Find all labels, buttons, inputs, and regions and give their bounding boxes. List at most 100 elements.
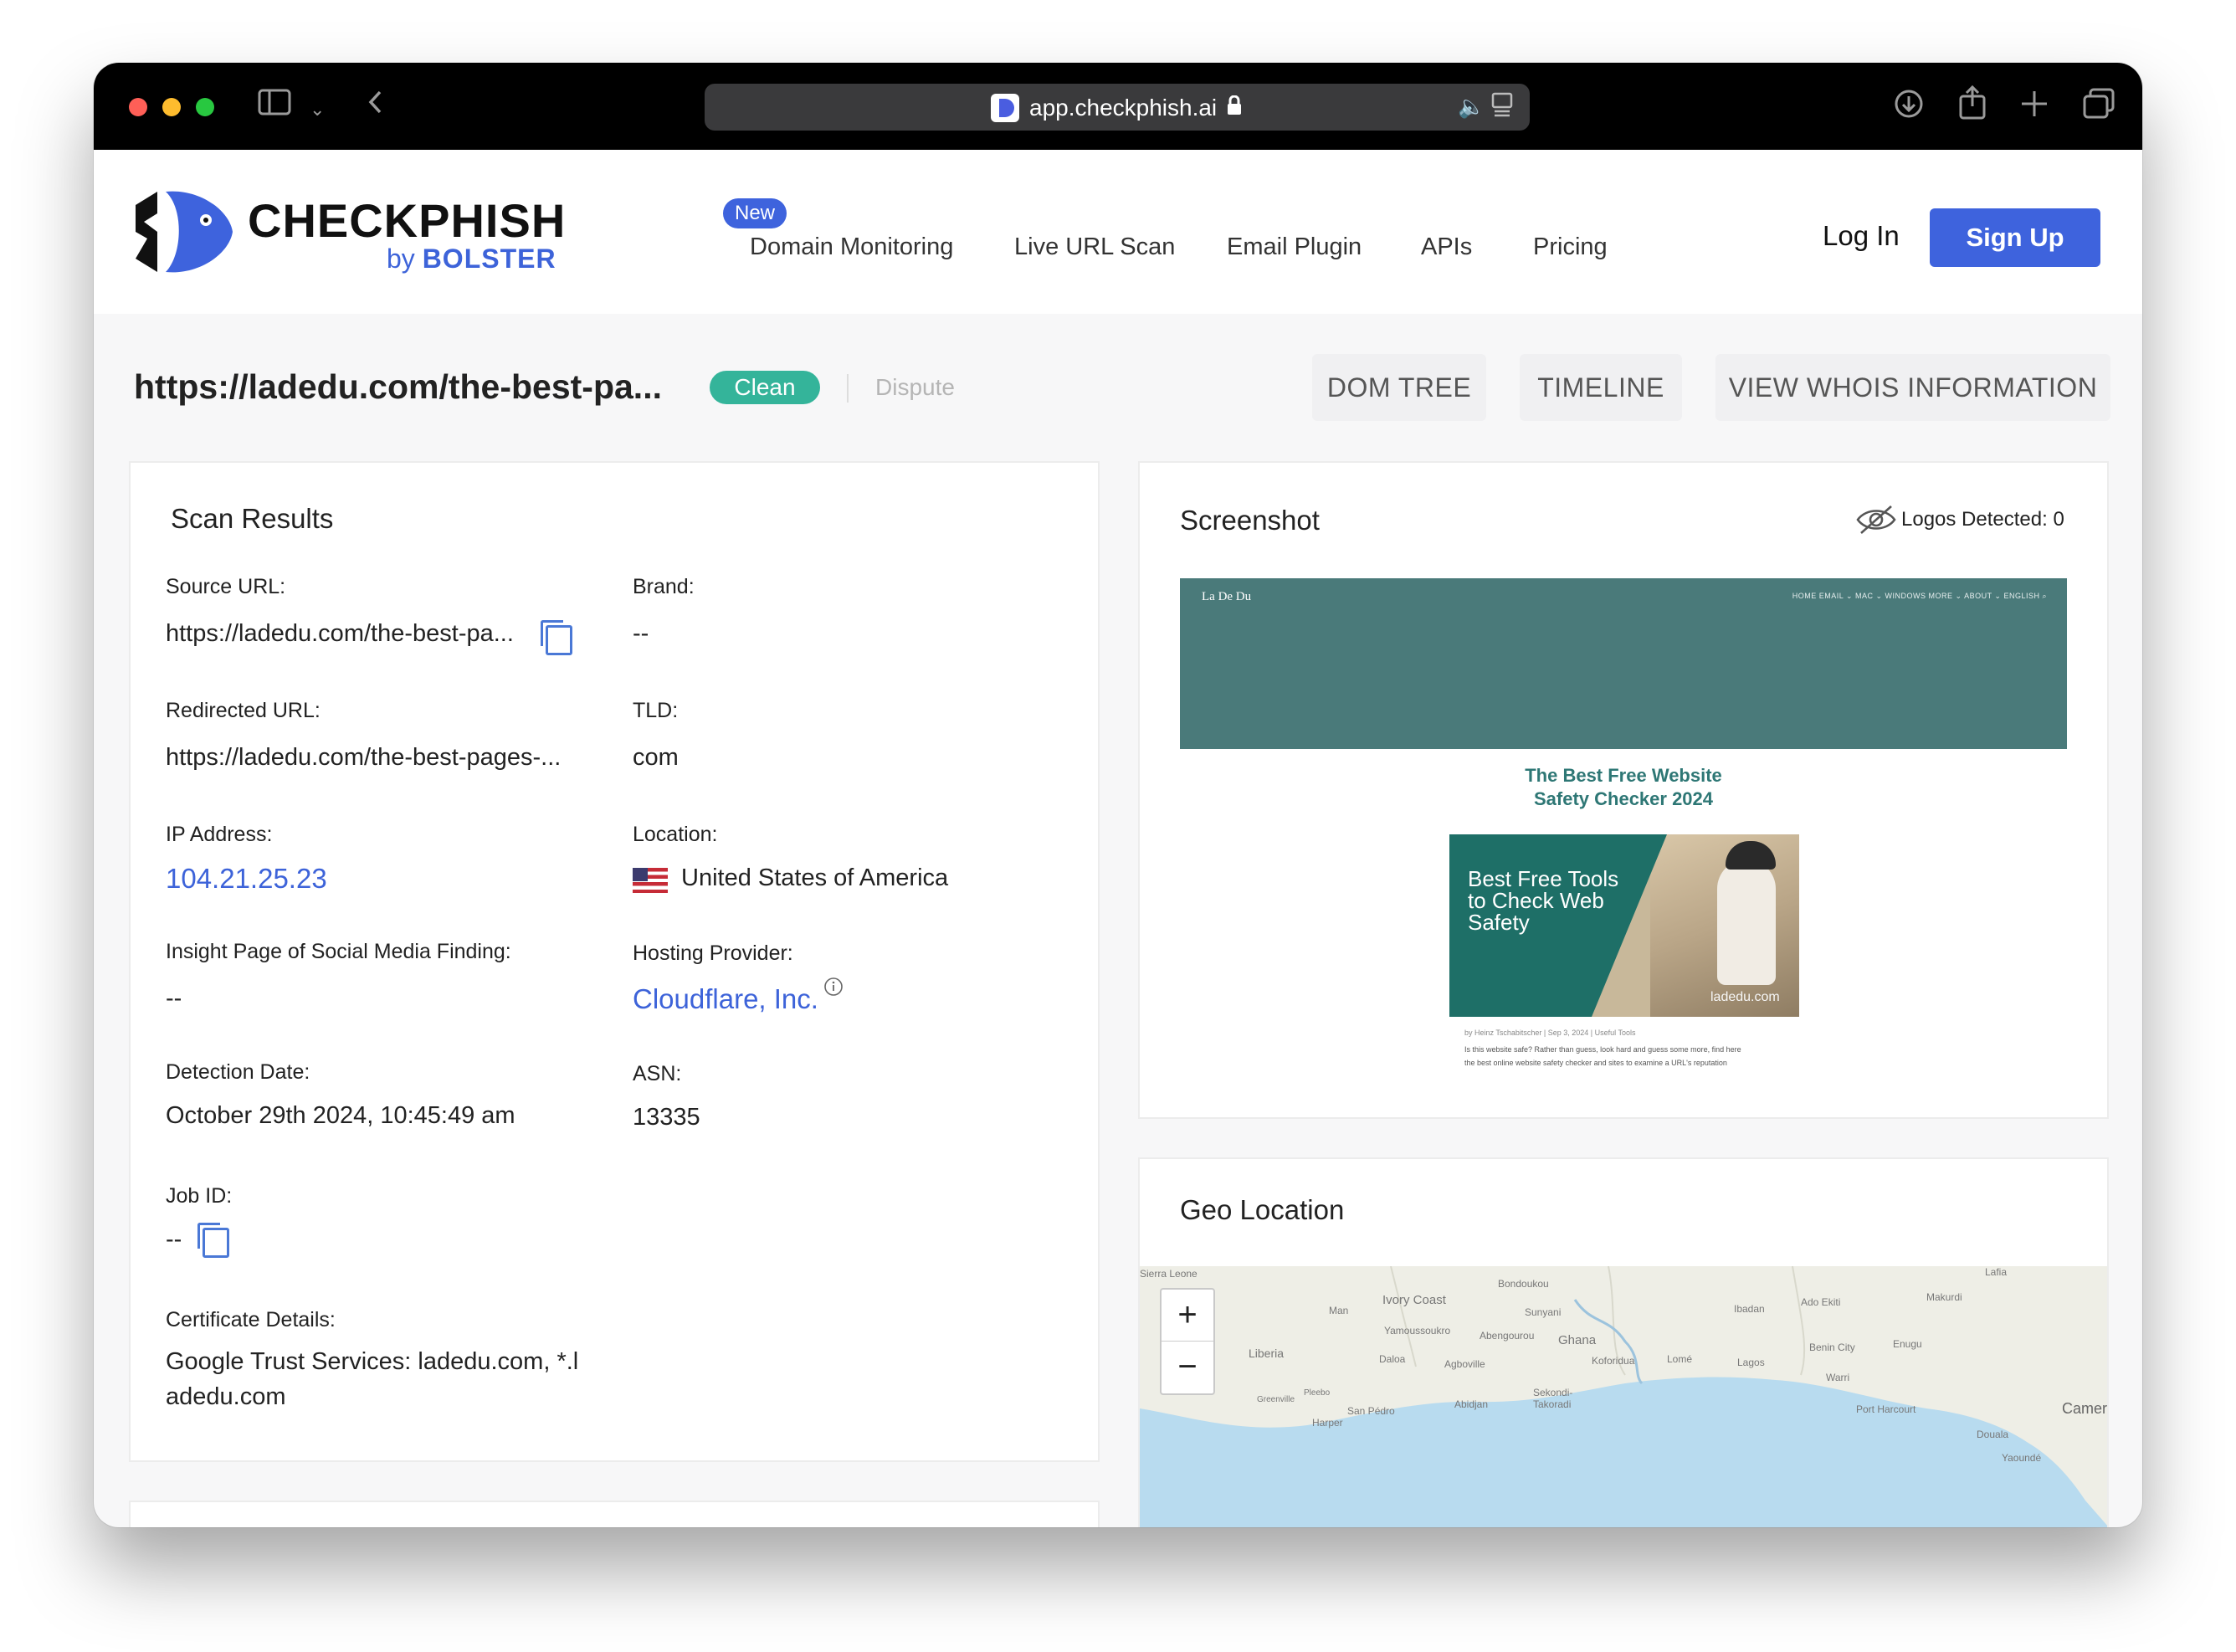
job-id-label: Job ID: — [166, 1184, 233, 1208]
feature-image-text-line1: Best Free Tools — [1468, 866, 1619, 891]
scan-results-panel: Scan Results Source URL: https://ladedu.… — [129, 461, 1100, 1462]
reader-mode-icon[interactable] — [1491, 92, 1513, 123]
map-label: Ivory Coast — [1382, 1293, 1446, 1307]
ip-address-link[interactable]: 104.21.25.23 — [166, 863, 327, 895]
site-preview-banner: La De Du HOME EMAIL ⌄ MAC ⌄ WINDOWS MORE… — [1180, 578, 2067, 749]
next-panel — [129, 1501, 1100, 1527]
map-label: Makurdi — [1926, 1291, 1962, 1303]
site-favicon-icon — [991, 94, 1019, 122]
logo-by: by — [387, 244, 415, 274]
map-label: Port Harcourt — [1856, 1403, 1916, 1415]
source-url-label: Source URL: — [166, 575, 286, 598]
nav-apis[interactable]: APIs — [1421, 233, 1472, 261]
nav-email-plugin[interactable]: Email Plugin — [1227, 233, 1362, 261]
nav-live-url-scan[interactable]: Live URL Scan — [1014, 233, 1175, 261]
site-heading-line2: Safety Checker 2024 — [1533, 788, 1714, 809]
map-label: Lagos — [1737, 1357, 1765, 1368]
new-badge: New — [723, 198, 787, 228]
minimize-window-button[interactable] — [162, 98, 181, 116]
map-label: Liberia — [1249, 1347, 1285, 1360]
hosting-provider-label: Hosting Provider: — [633, 941, 793, 965]
location-label: Location: — [633, 823, 718, 846]
figure-shape — [1717, 859, 1776, 985]
copy-icon[interactable] — [541, 620, 572, 655]
logo-brand: BOLSTER — [422, 244, 556, 274]
scanned-url-title: https://ladedu.com/the-best-pa... — [134, 367, 662, 406]
logos-detected-count: Logos Detected: 0 — [1901, 508, 2064, 531]
share-icon[interactable] — [1958, 85, 1987, 129]
info-icon[interactable] — [823, 977, 844, 1001]
feature-image-watermark: ladedu.com — [1710, 990, 1780, 1004]
view-whois-button[interactable]: VIEW WHOIS INFORMATION — [1715, 354, 2110, 421]
scan-results-title: Scan Results — [171, 503, 334, 534]
map-label: Sunyani — [1525, 1306, 1562, 1318]
map-label: Warri — [1826, 1372, 1850, 1383]
eye-slash-icon — [1854, 503, 1898, 541]
dom-tree-button[interactable]: DOM TREE — [1312, 354, 1486, 421]
insight-page-label: Insight Page of Social Media Finding: — [166, 940, 511, 963]
status-badge: Clean — [710, 371, 820, 404]
map-label: Daloa — [1379, 1353, 1406, 1365]
map-label: Benin City — [1809, 1342, 1855, 1353]
maximize-window-button[interactable] — [196, 98, 214, 116]
map-label: Agboville — [1444, 1358, 1485, 1370]
divider — [847, 374, 849, 403]
site-feature-image: Best Free Tools to Check Web Safety lade… — [1449, 834, 1799, 1017]
login-link[interactable]: Log In — [1823, 220, 1900, 252]
insight-page-value: -- — [166, 985, 182, 1012]
map-label: Lafia — [1985, 1266, 2008, 1278]
chevron-down-icon[interactable]: ⌄ — [310, 91, 325, 128]
close-window-button[interactable] — [129, 98, 147, 116]
nav-pricing[interactable]: Pricing — [1533, 233, 1608, 261]
site-brand: La De Du — [1202, 590, 1252, 603]
site-body-line2: the best online website safety checker a… — [1464, 1059, 1727, 1067]
us-flag-icon — [633, 868, 668, 893]
signup-button[interactable]: Sign Up — [1930, 208, 2100, 267]
new-tab-plus-icon[interactable] — [2020, 88, 2049, 129]
address-bar-url: app.checkphish.ai — [1029, 95, 1218, 121]
asn-label: ASN: — [633, 1062, 682, 1085]
map-zoom-control: + − — [1160, 1288, 1215, 1395]
screenshot-title: Screenshot — [1180, 505, 1320, 536]
geo-map[interactable]: Sierra Leone Ivory Coast Ghana Liberia M… — [1140, 1266, 2107, 1527]
dispute-button[interactable]: Dispute — [875, 374, 955, 401]
geo-location-panel: Geo Location Sierra Leone Ivory Coast Gh… — [1138, 1157, 2109, 1527]
tab-overview-icon[interactable] — [2082, 88, 2115, 129]
job-id-value: -- — [166, 1226, 182, 1253]
map-label: Bondoukou — [1498, 1278, 1549, 1290]
map-label: Enugu — [1893, 1338, 1922, 1350]
ip-address-label: IP Address: — [166, 823, 273, 846]
map-label: Douala — [1977, 1429, 2009, 1440]
map-label: Sierra Leone — [1140, 1268, 1197, 1280]
detection-date-label: Detection Date: — [166, 1060, 310, 1084]
zoom-in-button[interactable]: + — [1162, 1290, 1213, 1342]
feature-image-text: Best Free Tools to Check Web Safety — [1468, 868, 1618, 933]
feature-image-text-line2: to Check Web — [1468, 888, 1604, 913]
certificate-details-line1: Google Trust Services: ladedu.com, *.l — [166, 1348, 579, 1375]
zoom-out-button[interactable]: − — [1162, 1342, 1213, 1393]
feature-image-text-line3: Safety — [1468, 910, 1530, 935]
back-arrow-icon[interactable] — [367, 88, 383, 126]
sidebar-toggle-icon[interactable] — [258, 88, 291, 126]
map-label: Man — [1329, 1305, 1349, 1316]
certificate-details-label: Certificate Details: — [166, 1308, 336, 1331]
hosting-provider-link[interactable]: Cloudflare, Inc. — [633, 983, 818, 1015]
geo-location-title: Geo Location — [1180, 1194, 1345, 1225]
address-bar[interactable]: app.checkphish.ai 🔈 — [705, 84, 1530, 131]
download-icon[interactable] — [1893, 88, 1925, 129]
timeline-button[interactable]: TIMELINE — [1520, 354, 1682, 421]
browser-window: ⌄ app.checkphish.ai 🔈 CHECKPHISH by BOLS… — [94, 63, 2142, 1527]
copy-job-id-icon[interactable] — [197, 1223, 229, 1258]
app-header: CHECKPHISH by BOLSTER New Domain Monitor… — [94, 150, 2142, 314]
brand-value: -- — [633, 620, 649, 647]
speaker-icon[interactable]: 🔈 — [1458, 94, 1485, 120]
checkphish-logo-icon[interactable] — [132, 188, 236, 275]
logo-title: CHECKPHISH — [248, 194, 567, 247]
map-label: Koforidua — [1592, 1355, 1635, 1367]
map-label: Ghana — [1558, 1333, 1597, 1347]
brand-label: Brand: — [633, 575, 695, 598]
map-label: Pleebo — [1304, 1388, 1331, 1398]
redirected-url-value: https://ladedu.com/the-best-pages-... — [166, 744, 562, 771]
nav-domain-monitoring[interactable]: Domain Monitoring — [750, 233, 953, 261]
map-label: San Pédro — [1347, 1405, 1395, 1417]
